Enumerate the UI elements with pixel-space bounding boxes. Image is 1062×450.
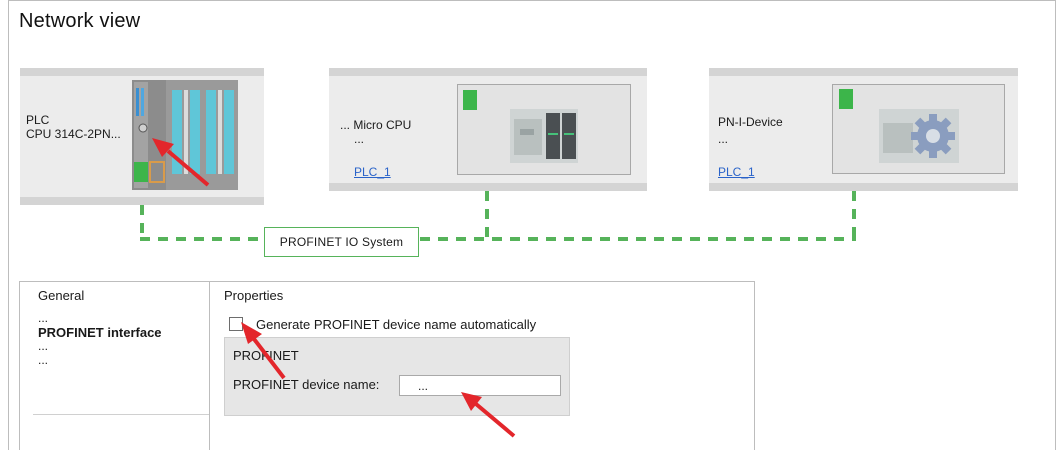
device-plc[interactable]: PLC CPU 314C-2PN...: [20, 68, 264, 205]
profinet-group: PROFINET PROFINET device name:: [224, 337, 570, 416]
profinet-io-system-label[interactable]: PROFINET IO System: [264, 227, 419, 257]
device-footer-bar: [329, 183, 647, 191]
profinet-group-title: PROFINET: [233, 348, 299, 363]
device-plc-link[interactable]: PLC_1: [354, 165, 391, 179]
properties-title: Properties: [224, 288, 284, 303]
device-footer-bar: [709, 183, 1018, 191]
nav-divider: [33, 414, 209, 415]
device-name: ... Micro CPU: [340, 118, 412, 132]
nav-panel: General ... PROFINET interface ... ...: [19, 281, 210, 450]
device-name-input[interactable]: [399, 375, 561, 396]
gear-device-icon: [879, 109, 959, 163]
nav-item[interactable]: ...: [38, 354, 48, 367]
device-type: ...: [354, 132, 365, 146]
status-led: [839, 89, 853, 109]
nav-item[interactable]: ...: [38, 340, 48, 353]
plc-rack-image: [132, 80, 238, 190]
device-micro-cpu[interactable]: ... Micro CPU ... PLC_1: [329, 68, 647, 191]
nav-title: General: [38, 288, 85, 303]
generate-name-checkbox-label: Generate PROFINET device name automatica…: [256, 317, 537, 332]
device-header-bar: [20, 68, 264, 76]
device-module-box: [832, 84, 1005, 174]
nav-item-profinet-interface[interactable]: PROFINET interface: [38, 326, 162, 339]
nav-item[interactable]: ...: [38, 312, 48, 325]
device-name: PLC: [26, 113, 50, 127]
device-type: CPU 314C-2PN...: [26, 127, 121, 141]
network-view-title: Network view: [19, 10, 141, 32]
device-footer-bar: [20, 197, 264, 205]
micro-cpu-image: [510, 109, 578, 163]
status-led: [463, 90, 477, 110]
device-name: PN-I-Device: [718, 115, 783, 129]
device-pn-i-device[interactable]: PN-I-Device ... PLC_1: [709, 68, 1018, 191]
generate-name-checkbox[interactable]: [229, 317, 243, 331]
device-header-bar: [709, 68, 1018, 76]
device-name-label: PROFINET device name:: [233, 377, 380, 392]
device-module-box: [457, 84, 631, 175]
device-type: ...: [718, 132, 729, 146]
device-header-bar: [329, 68, 647, 76]
device-plc-link[interactable]: PLC_1: [718, 165, 755, 179]
